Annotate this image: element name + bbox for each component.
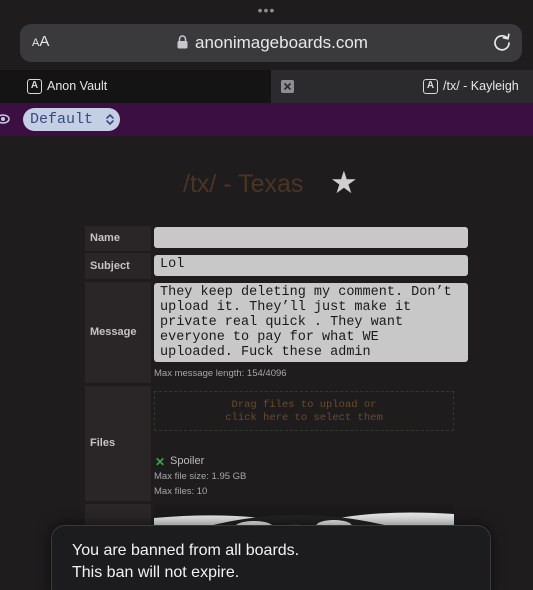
ban-notification: You are banned from all boards. This ban… bbox=[51, 525, 491, 590]
subject-label: Subject bbox=[85, 253, 151, 279]
lock-icon bbox=[177, 35, 188, 49]
url-text[interactable]: anonimageboards.com bbox=[195, 33, 368, 53]
files-label: Files bbox=[85, 386, 151, 501]
message-textarea[interactable]: They keep deleting my comment. Don’t upl… bbox=[154, 283, 468, 362]
message-value: They keep deleting my comment. Don’t upl… bbox=[160, 285, 452, 360]
ban-message-line-1: You are banned from all boards. bbox=[72, 542, 300, 559]
reload-icon[interactable] bbox=[492, 32, 512, 52]
theme-select[interactable]: Default bbox=[23, 108, 120, 131]
tab-bar: A Anon Vault A /tx/ - Kayleigh bbox=[0, 70, 533, 103]
site-favicon-icon: A bbox=[423, 79, 438, 94]
tab-anon-vault[interactable]: A Anon Vault bbox=[0, 70, 271, 103]
name-label: Name bbox=[85, 226, 151, 251]
theme-select-value: Default bbox=[30, 111, 94, 128]
tab-overview-grabber[interactable]: ••• bbox=[0, 3, 533, 17]
ban-message-line-2: This ban will not expire. bbox=[72, 564, 240, 581]
eye-icon[interactable] bbox=[0, 113, 10, 125]
site-favicon-icon: A bbox=[27, 79, 42, 94]
file-dropzone[interactable]: Drag files to upload or click here to se… bbox=[154, 391, 454, 431]
max-file-size: Max file size: 1.95 GB bbox=[154, 471, 247, 482]
name-field[interactable] bbox=[154, 227, 468, 248]
close-tab-icon[interactable] bbox=[281, 80, 294, 93]
board-title: /tx/ - Texas bbox=[183, 170, 304, 198]
tab-label: Anon Vault bbox=[47, 79, 108, 93]
spoiler-label: Spoiler bbox=[170, 455, 205, 467]
message-label: Message bbox=[85, 282, 151, 383]
spoiler-checkbox[interactable]: ✕ bbox=[155, 455, 165, 469]
subject-field[interactable]: Lol bbox=[154, 255, 468, 276]
tab-label: /tx/ - Kayleigh bbox=[443, 79, 519, 93]
subject-value: Lol bbox=[160, 257, 185, 272]
updown-chevron-icon bbox=[106, 113, 114, 126]
max-files: Max files: 10 bbox=[154, 486, 208, 497]
site-toolbar: Default bbox=[0, 103, 533, 136]
max-message-length: Max message length: 154/4096 bbox=[154, 368, 287, 379]
address-bar[interactable]: AA anonimageboards.com bbox=[20, 24, 522, 62]
favorite-star-icon[interactable]: ★ bbox=[330, 165, 358, 201]
text-size-button[interactable]: AA bbox=[32, 33, 49, 50]
